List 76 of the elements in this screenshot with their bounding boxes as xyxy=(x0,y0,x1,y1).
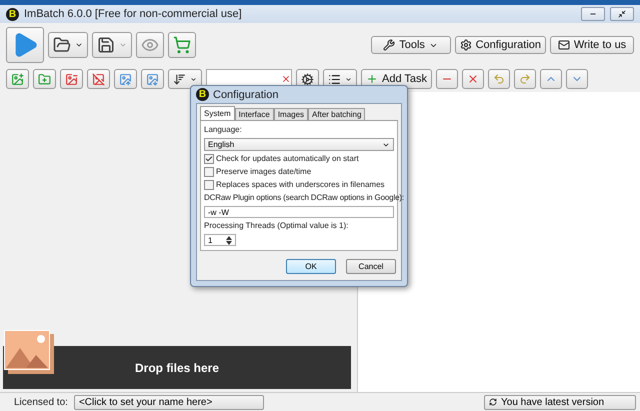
language-label: Language: xyxy=(204,125,242,135)
settings-tab[interactable]: Interface xyxy=(234,108,274,120)
version-status[interactable]: You have latest version xyxy=(484,394,636,410)
move-task-down-button[interactable] xyxy=(566,69,588,89)
envelope-icon xyxy=(558,39,570,51)
remove-image-button[interactable] xyxy=(60,69,83,89)
restore-icon xyxy=(618,10,626,18)
dialog-title: Configuration xyxy=(213,88,280,100)
image-minus-icon xyxy=(65,72,78,86)
add-image-button[interactable] xyxy=(6,69,29,89)
undo-button[interactable] xyxy=(488,69,510,89)
cross-icon xyxy=(467,73,480,85)
licensed-label: Licensed to: xyxy=(14,396,68,408)
save-button[interactable] xyxy=(92,32,132,58)
threads-spinner[interactable]: 1 xyxy=(204,234,236,246)
threads-label: Processing Threads (Optimal value is 1): xyxy=(204,221,348,231)
language-select[interactable]: English xyxy=(204,138,394,151)
clear-images-button[interactable] xyxy=(87,69,110,89)
image-down-icon xyxy=(146,72,159,86)
checkbox[interactable] xyxy=(204,154,214,164)
checkbox-label: Replaces spaces with underscores in filenames xyxy=(216,180,385,190)
restore-button[interactable] xyxy=(610,7,634,21)
list-icon xyxy=(328,72,341,86)
open-button[interactable] xyxy=(48,32,88,58)
spinner-arrows-icon xyxy=(226,236,232,244)
checkbox[interactable] xyxy=(204,167,214,177)
ok-button[interactable]: OK xyxy=(286,259,336,274)
caret-icon xyxy=(75,41,83,49)
checkbox[interactable] xyxy=(204,180,214,190)
refresh-icon xyxy=(489,398,497,406)
wrench-icon xyxy=(383,39,396,51)
tools-button[interactable]: Tools xyxy=(370,36,451,54)
dialog-logo: B xyxy=(196,88,209,101)
undo-icon xyxy=(493,73,506,85)
write-to-us-button[interactable]: Write to us xyxy=(550,36,634,54)
remove-task-button[interactable] xyxy=(436,69,458,89)
preview-button[interactable] xyxy=(136,32,164,58)
move-up-button[interactable] xyxy=(114,69,137,89)
check-icon xyxy=(205,155,213,163)
folder-plus-icon xyxy=(38,72,51,86)
settings-tab[interactable]: After batching xyxy=(308,108,366,120)
caret-icon xyxy=(345,76,352,82)
redo-button[interactable] xyxy=(514,69,536,89)
drop-zone[interactable]: Drop files here xyxy=(3,346,351,389)
gear-icon xyxy=(460,39,472,51)
checkbox-label: Preserve images date/time xyxy=(216,167,312,177)
image-up-icon xyxy=(119,72,132,86)
sort-icon xyxy=(173,72,186,86)
folder-icon xyxy=(53,36,71,54)
app-logo: B xyxy=(6,8,19,20)
dcraw-options-field[interactable]: -w -W xyxy=(204,206,394,218)
image-placeholder-icon xyxy=(4,330,56,376)
sort-button[interactable] xyxy=(168,69,202,89)
caret-icon xyxy=(190,76,197,82)
checkbox-label: Check for updates automatically on start xyxy=(216,154,359,164)
caret-icon xyxy=(119,41,127,49)
minimize-button[interactable] xyxy=(581,7,605,21)
cancel-button[interactable]: Cancel xyxy=(346,259,396,274)
name-field[interactable]: <Click to set your name here> xyxy=(74,394,264,410)
shop-button[interactable] xyxy=(168,32,196,58)
delete-task-button[interactable] xyxy=(462,69,484,89)
move-down-button[interactable] xyxy=(141,69,164,89)
window-title: ImBatch 6.0.0 [Free for non-commercial use] xyxy=(24,8,243,20)
dcraw-label: DCRaw Plugin options (search DCRaw options in Google): xyxy=(204,193,404,203)
move-task-up-button[interactable] xyxy=(540,69,562,89)
settings-tab[interactable]: System xyxy=(200,106,235,120)
image-plus-icon xyxy=(11,72,24,86)
add-folder-button[interactable] xyxy=(33,69,56,89)
eye-icon xyxy=(141,36,159,54)
plus-icon xyxy=(366,73,378,85)
image-cross-icon xyxy=(92,72,105,86)
settings-tab[interactable]: Images xyxy=(274,108,308,120)
cart-icon xyxy=(173,36,191,54)
redo-icon xyxy=(519,73,532,85)
clear-icon xyxy=(281,74,291,84)
configuration-button[interactable]: Configuration xyxy=(454,36,546,54)
